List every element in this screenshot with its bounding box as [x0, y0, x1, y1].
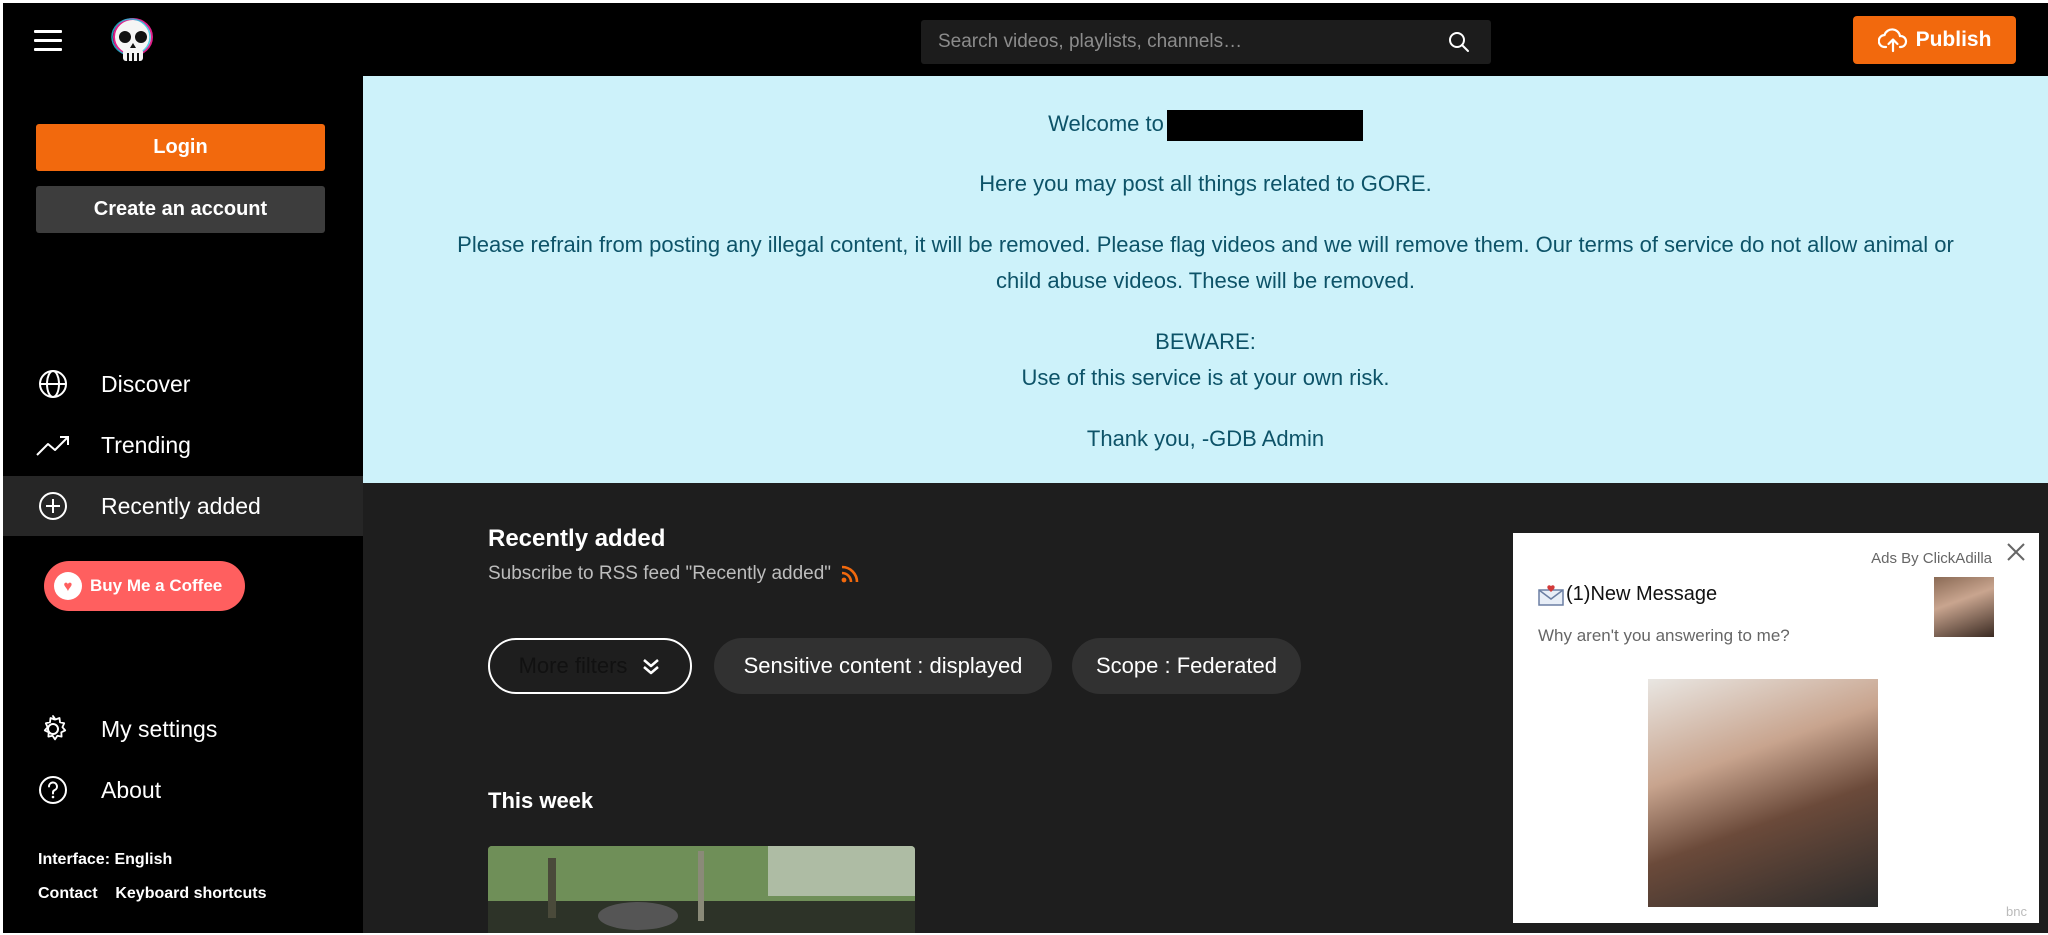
ad-attribution: Ads By ClickAdilla — [1871, 550, 1992, 567]
rss-label: Subscribe to RSS feed "Recently added" — [488, 563, 832, 584]
sidebar: Login Create an account Discover Trendin… — [3, 76, 363, 933]
interface-language[interactable]: Interface: English — [38, 851, 172, 869]
banner-line: child abuse videos. These will be remove… — [995, 268, 1416, 293]
top-header: Publish — [3, 3, 2048, 76]
coffee-label: Buy Me a Coffee — [90, 576, 223, 595]
search-bar — [921, 20, 1491, 64]
search-icon[interactable] — [1447, 30, 1471, 54]
app-frame: Publish Login Create an account Discover… — [3, 3, 2048, 933]
rss-icon — [841, 565, 859, 583]
welcome-text: Welcome to — [1048, 111, 1164, 136]
envelope-icon — [1538, 584, 1564, 606]
create-account-button[interactable]: Create an account — [36, 186, 325, 233]
sidebar-item-about[interactable]: About — [3, 760, 363, 820]
ad-message-text: (1)New Message — [1566, 583, 1718, 605]
section-title: This week — [488, 788, 594, 813]
banner-line: Here you may post all things related to … — [979, 171, 1432, 196]
footer-links: Contact Keyboard shortcuts — [38, 885, 266, 903]
question-icon — [36, 773, 70, 807]
keyboard-shortcuts-link[interactable]: Keyboard shortcuts — [115, 885, 266, 902]
cloud-upload-icon — [1877, 28, 1907, 53]
publish-label: Publish — [1915, 28, 1992, 51]
rss-feed-link[interactable]: Subscribe to RSS feed "Recently added" — [488, 563, 860, 585]
gear-icon — [36, 712, 70, 746]
sidebar-item-trending[interactable]: Trending — [3, 415, 363, 475]
video-thumbnail[interactable] — [488, 846, 915, 933]
sidebar-item-label: About — [101, 776, 162, 803]
redacted-block — [1166, 109, 1363, 141]
menu-icon[interactable] — [34, 30, 62, 52]
search-input[interactable] — [921, 20, 1441, 64]
sensitive-content-filter[interactable]: Sensitive content : displayed — [714, 638, 1052, 694]
ad-message: (1)New Message — [1538, 583, 1717, 606]
ad-avatar — [1934, 577, 1994, 637]
banner-line: Please refrain from posting any illegal … — [457, 232, 1954, 257]
scope-filter[interactable]: Scope : Federated — [1072, 638, 1301, 694]
banner-signoff: Thank you, -GDB Admin — [1086, 426, 1325, 451]
logo-skull-icon[interactable] — [107, 15, 159, 67]
globe-icon — [36, 367, 70, 401]
ad-image[interactable] — [1648, 679, 1878, 907]
coffee-cup-icon: ♥ — [54, 572, 82, 600]
publish-button[interactable]: Publish — [1853, 16, 2016, 64]
sidebar-item-label: Discover — [101, 370, 191, 397]
double-chevron-down-icon — [643, 659, 660, 675]
page-title: Recently added — [488, 525, 666, 552]
buy-me-a-coffee-button[interactable]: ♥ Buy Me a Coffee — [44, 561, 245, 611]
ad-subtext: Why aren't you answering to me? — [1538, 626, 1790, 645]
thumbnail-image — [488, 846, 915, 933]
ad-footer: bnc — [2006, 904, 2027, 919]
plus-circle-icon — [36, 489, 70, 523]
more-filters-label: More filters — [518, 653, 628, 678]
banner-line: Use of this service is at your own risk. — [1021, 365, 1390, 390]
sidebar-item-my-settings[interactable]: My settings — [3, 699, 363, 759]
sidebar-item-label: Trending — [101, 431, 191, 458]
trending-icon — [36, 428, 70, 462]
close-icon[interactable] — [2005, 541, 2027, 563]
banner-beware: BEWARE: — [1155, 329, 1256, 354]
login-button[interactable]: Login — [36, 124, 325, 171]
sidebar-item-label: My settings — [101, 715, 218, 742]
ad-popup[interactable]: Ads By ClickAdilla (1)New Message Why ar… — [1513, 533, 2039, 923]
welcome-banner: Welcome to Here you may post all things … — [363, 76, 2048, 483]
interface-language-label[interactable]: Interface: English — [38, 851, 172, 868]
sidebar-item-recently-added[interactable]: Recently added — [3, 476, 363, 536]
sidebar-item-discover[interactable]: Discover — [3, 354, 363, 414]
sidebar-item-label: Recently added — [101, 492, 261, 519]
more-filters-button[interactable]: More filters — [488, 638, 692, 694]
banner-welcome: Welcome to — [363, 106, 2048, 142]
contact-link[interactable]: Contact — [38, 885, 98, 902]
